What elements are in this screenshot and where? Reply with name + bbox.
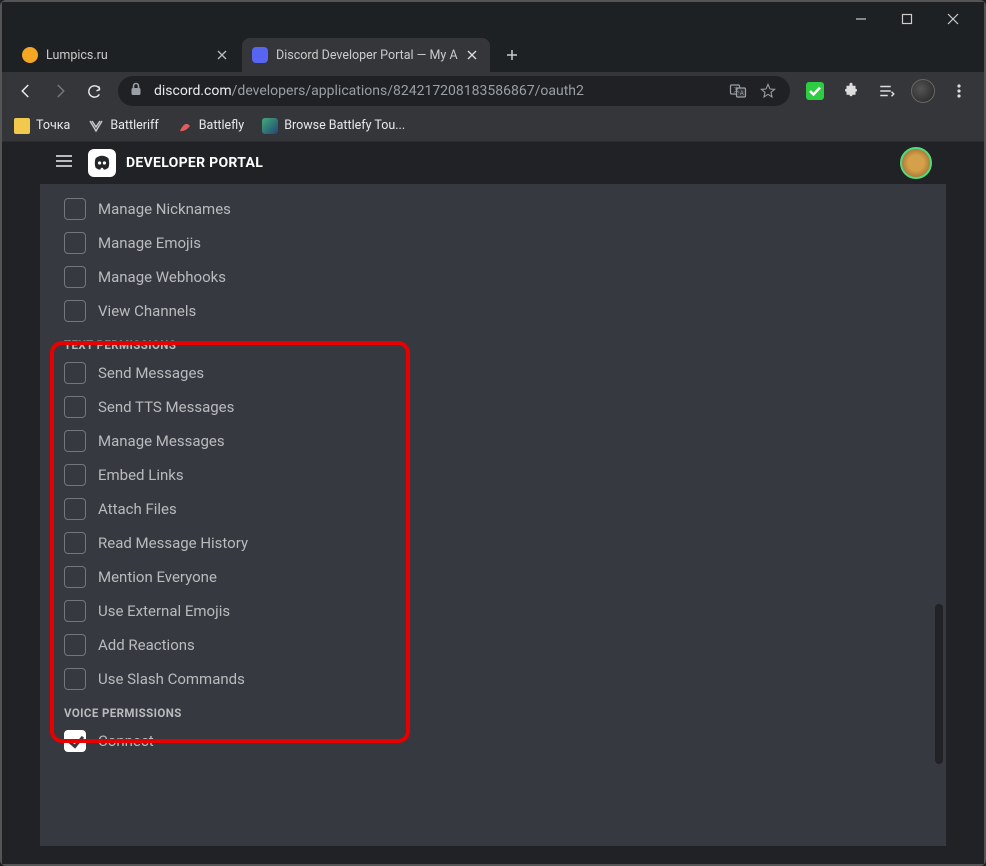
checkbox[interactable]: [64, 668, 86, 690]
checkbox[interactable]: [64, 566, 86, 588]
text-permission-item-3: Embed Links: [64, 464, 906, 486]
new-tab-button[interactable]: [498, 41, 526, 69]
checkbox[interactable]: [64, 232, 86, 254]
checkbox[interactable]: [64, 430, 86, 452]
bookmark-3[interactable]: Browse Battlefy Tou...: [262, 118, 405, 134]
window-minimize-button[interactable]: [838, 3, 884, 35]
permission-label: Mention Everyone: [98, 568, 217, 586]
extension-check-icon[interactable]: [801, 77, 829, 105]
text-permission-item-4: Attach Files: [64, 498, 906, 520]
permission-label: Manage Webhooks: [98, 268, 226, 286]
permission-label: Manage Emojis: [98, 234, 201, 252]
tab-title: Discord Developer Portal — My A: [276, 48, 458, 63]
portal-body: Manage Nicknames Manage Emojis Manage Webh…: [40, 184, 946, 846]
forward-button[interactable]: [44, 75, 76, 107]
favicon: [252, 47, 268, 63]
window-titlebar: [2, 2, 984, 36]
portal-header: DEVELOPER PORTAL: [40, 142, 946, 184]
permission-label: View Channels: [98, 302, 196, 320]
url-path: /developers/applications/824217208183586…: [232, 83, 584, 99]
address-bar: discord.com/developers/applications/8242…: [2, 72, 984, 110]
permission-label: Attach Files: [98, 500, 177, 518]
vertical-scrollbar[interactable]: [933, 184, 943, 846]
permission-label: Read Message History: [98, 534, 248, 552]
checkbox[interactable]: [64, 198, 86, 220]
tab-strip: Lumpics.ru Discord Developer Portal — My…: [2, 36, 984, 72]
permission-label: Manage Nicknames: [98, 200, 231, 218]
permission-label: Connect: [98, 732, 154, 750]
checkbox[interactable]: [64, 300, 86, 322]
checkbox[interactable]: [64, 362, 86, 384]
permission-label: Use Slash Commands: [98, 670, 245, 688]
reading-list-icon[interactable]: [873, 77, 901, 105]
portal-title: DEVELOPER PORTAL: [126, 155, 263, 171]
checkbox[interactable]: [64, 532, 86, 554]
text-permission-item-0: Send Messages: [64, 362, 906, 384]
reload-button[interactable]: [78, 75, 110, 107]
lock-icon: [130, 82, 144, 100]
permission-label: Use External Emojis: [98, 602, 230, 620]
checkbox[interactable]: [64, 266, 86, 288]
checkbox[interactable]: [64, 730, 86, 752]
checkbox[interactable]: [64, 600, 86, 622]
permission-label: Add Reactions: [98, 636, 195, 654]
bookmark-0[interactable]: Точка: [14, 118, 70, 134]
user-avatar[interactable]: [900, 147, 932, 179]
discord-logo-icon: [88, 149, 116, 177]
portal-content: DEVELOPER PORTAL Manage NicknamesManage …: [40, 142, 946, 846]
permission-label: Embed Links: [98, 466, 184, 484]
general-permission-item-2: Manage Webhooks: [64, 266, 906, 288]
extensions-icon[interactable]: [837, 77, 865, 105]
bookmark-label: Battlefly: [199, 118, 244, 133]
back-button[interactable]: [10, 75, 42, 107]
window-close-button[interactable]: [930, 3, 976, 35]
profile-avatar[interactable]: [909, 77, 937, 105]
bookmark-label: Battleriff: [110, 118, 158, 133]
browser-tab-0[interactable]: Lumpics.ru: [12, 38, 240, 72]
text-permission-item-6: Mention Everyone: [64, 566, 906, 588]
permission-label: Send TTS Messages: [98, 398, 234, 416]
menu-icon[interactable]: [54, 151, 74, 175]
permission-label: Send Messages: [98, 364, 204, 382]
text-permission-item-5: Read Message History: [64, 532, 906, 554]
bookmark-label: Точка: [36, 118, 70, 133]
browser-tab-1[interactable]: Discord Developer Portal — My A: [242, 38, 490, 72]
text-permission-item-2: Manage Messages: [64, 430, 906, 452]
window-maximize-button[interactable]: [884, 3, 930, 35]
tab-close-icon[interactable]: [214, 47, 230, 63]
bookmarks-bar: Точка Battleriff Battlefly Browse Battle…: [2, 110, 984, 142]
text-permission-item-8: Add Reactions: [64, 634, 906, 656]
star-icon[interactable]: [758, 81, 778, 101]
general-permission-item-3: View Channels: [64, 300, 906, 322]
scrollbar-thumb[interactable]: [935, 604, 943, 764]
translate-icon[interactable]: 文A: [728, 81, 748, 101]
tab-close-icon[interactable]: [464, 47, 480, 63]
text-permission-item-1: Send TTS Messages: [64, 396, 906, 418]
bookmark-1[interactable]: Battleriff: [88, 118, 158, 134]
checkbox[interactable]: [64, 634, 86, 656]
url-host: discord.com: [154, 83, 232, 99]
bookmark-2[interactable]: Battlefly: [177, 118, 244, 134]
bookmark-label: Browse Battlefy Tou...: [284, 118, 405, 133]
general-permission-item-1: Manage Emojis: [64, 232, 906, 254]
voice-permissions-title: VOICE PERMISSIONS: [64, 706, 906, 720]
voice-permission-item-0: Connect: [64, 730, 906, 752]
tab-title: Lumpics.ru: [46, 48, 208, 63]
permission-label: Manage Messages: [98, 432, 225, 450]
text-permission-item-9: Use Slash Commands: [64, 668, 906, 690]
checkbox[interactable]: [64, 464, 86, 486]
omnibox[interactable]: discord.com/developers/applications/8242…: [118, 76, 790, 106]
browser-menu-icon[interactable]: [945, 77, 973, 105]
svg-text:A: A: [740, 90, 744, 97]
checkbox[interactable]: [64, 396, 86, 418]
checkbox[interactable]: [64, 498, 86, 520]
text-permissions-title: TEXT PERMISSIONS: [64, 338, 906, 352]
general-permission-item-0: Manage Nicknames: [64, 198, 906, 220]
text-permission-item-7: Use External Emojis: [64, 600, 906, 622]
svg-text:文: 文: [734, 86, 740, 94]
favicon: [22, 47, 38, 63]
